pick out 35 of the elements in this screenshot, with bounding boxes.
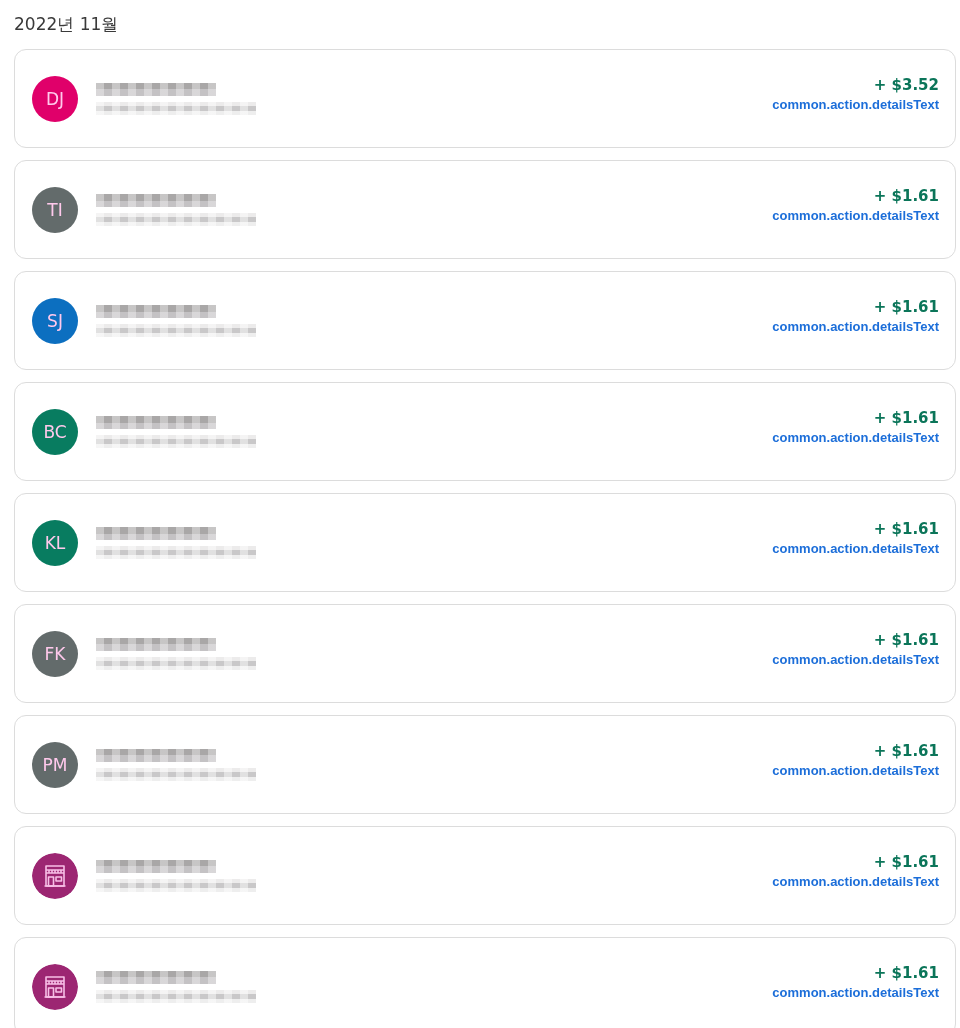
details-link[interactable]: common.action.detailsText bbox=[772, 762, 939, 778]
details-link[interactable]: common.action.detailsText bbox=[772, 873, 939, 889]
amount: + $1.61 bbox=[873, 186, 939, 205]
month-heading: 2022년 11월 bbox=[14, 13, 120, 36]
details-link[interactable]: common.action.detailsText bbox=[772, 318, 939, 334]
transaction-card[interactable]: SJ + $1.61 common.action.detailsText bbox=[14, 271, 956, 370]
transaction-card[interactable]: TI + $1.61 common.action.detailsText bbox=[14, 160, 956, 259]
details-link[interactable]: common.action.detailsText bbox=[772, 96, 939, 112]
transaction-card[interactable]: + $1.61 common.action.detailsText bbox=[14, 826, 956, 925]
initials-avatar: BC bbox=[32, 408, 78, 455]
transaction-card[interactable]: DJ + $3.52 common.action.detailsText bbox=[14, 49, 956, 148]
amount: + $1.61 bbox=[873, 297, 939, 316]
details-link[interactable]: common.action.detailsText bbox=[772, 429, 939, 445]
transaction-card[interactable]: KL + $1.61 common.action.detailsText bbox=[14, 493, 956, 592]
details-link[interactable]: common.action.detailsText bbox=[772, 651, 939, 667]
amount: + $1.61 bbox=[873, 519, 939, 538]
transaction-card[interactable]: PM + $1.61 common.action.detailsText bbox=[14, 715, 956, 814]
amount: + $1.61 bbox=[873, 963, 939, 982]
details-link[interactable]: common.action.detailsText bbox=[772, 207, 939, 223]
initials-avatar: SJ bbox=[32, 297, 78, 344]
transaction-card[interactable]: + $1.61 common.action.detailsText bbox=[14, 937, 956, 1028]
transaction-card[interactable]: FK + $1.61 common.action.detailsText bbox=[14, 604, 956, 703]
amount: + $3.52 bbox=[873, 75, 939, 94]
initials-avatar: TI bbox=[32, 186, 78, 233]
amount: + $1.61 bbox=[873, 630, 939, 649]
initials-avatar: DJ bbox=[32, 75, 78, 122]
initials-avatar: PM bbox=[32, 741, 78, 788]
details-link[interactable]: common.action.detailsText bbox=[772, 540, 939, 556]
amount: + $1.61 bbox=[873, 852, 939, 871]
transaction-card[interactable]: BC + $1.61 common.action.detailsText bbox=[14, 382, 956, 481]
amount: + $1.61 bbox=[873, 408, 939, 427]
details-link[interactable]: common.action.detailsText bbox=[772, 984, 939, 1000]
amount: + $1.61 bbox=[873, 741, 939, 760]
initials-avatar: FK bbox=[32, 630, 78, 677]
initials-avatar: KL bbox=[32, 519, 78, 566]
